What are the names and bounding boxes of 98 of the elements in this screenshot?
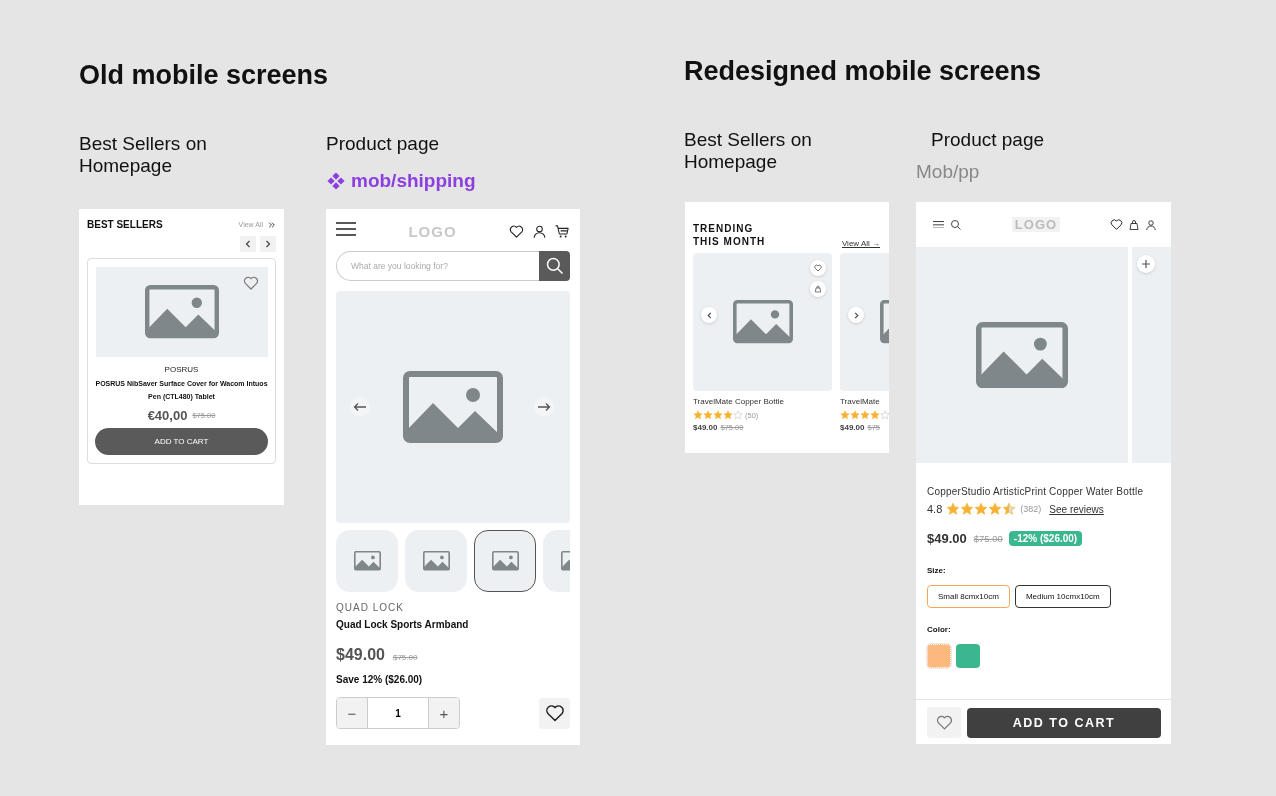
star-icon (840, 410, 850, 420)
image-placeholder-icon (732, 300, 793, 344)
previous-button[interactable] (240, 236, 256, 252)
heart-icon (544, 703, 565, 723)
star-icon (960, 502, 975, 516)
image-placeholder-icon (353, 551, 381, 571)
next-button[interactable] (848, 307, 864, 323)
menu-icon[interactable] (933, 220, 944, 229)
color-label: Color: (927, 625, 952, 634)
star-icon (703, 410, 713, 420)
previous-button[interactable] (350, 397, 370, 417)
color-swatch[interactable] (927, 644, 951, 668)
star-icon (988, 502, 1003, 516)
chevron-left-icon (243, 239, 253, 249)
product-name: Quad Lock Sports Armband (336, 619, 470, 630)
heart-icon (509, 223, 524, 239)
increase-button[interactable]: + (429, 698, 459, 728)
old-price: $75.00 (973, 533, 1003, 544)
discount-badge: -12% ($26.00) (1008, 531, 1083, 546)
quantity-stepper[interactable]: − 1 + (336, 697, 460, 729)
star-icon (850, 410, 860, 420)
double-chevron-icon (267, 220, 276, 229)
section-heading: BEST SELLERS (87, 219, 163, 230)
image-placeholder-icon (976, 321, 1068, 389)
section-title: Old mobile screens (79, 60, 329, 91)
star-icon (1002, 502, 1017, 516)
view-all-link[interactable]: View All → (841, 239, 880, 248)
component-name: mob/shipping (351, 170, 476, 192)
rating-value: 4.8 (927, 503, 943, 515)
previous-button[interactable] (701, 307, 717, 323)
frame-caption: Best Sellers on Homepage (684, 129, 813, 173)
thumbnail[interactable] (336, 530, 398, 592)
quantity-field[interactable]: 1 (367, 698, 429, 728)
image-placeholder-icon (144, 285, 219, 339)
arrow-left-icon (353, 402, 367, 412)
user-icon[interactable] (532, 223, 547, 239)
search-icon (950, 218, 962, 231)
frame-name: Mob/pp (916, 161, 980, 183)
bag-button[interactable] (810, 281, 826, 297)
add-to-cart-button[interactable]: ADD TO CART (967, 707, 1161, 738)
next-button[interactable] (260, 236, 276, 252)
star-icon (713, 410, 723, 420)
section-heading: TRENDING THIS MONTH (693, 222, 767, 248)
color-swatch[interactable] (956, 644, 980, 668)
section-title: Redesigned mobile screens (684, 56, 1042, 87)
size-option[interactable]: Medium 10cmx10cm (1014, 585, 1111, 608)
price: €40,00 (147, 408, 188, 423)
star-icon (880, 410, 889, 420)
product-name: TravelMate (840, 397, 881, 406)
star-icon (733, 410, 743, 420)
menu-icon[interactable] (336, 222, 356, 236)
star-icon (946, 502, 961, 516)
brand-name: QUAD LOCK (336, 602, 405, 613)
brand-name: POSRUS (164, 365, 199, 374)
thumbnail[interactable] (405, 530, 467, 592)
savings-text: Save 12% ($26.00) (336, 674, 424, 685)
component-icon (327, 172, 345, 190)
wishlist-button[interactable] (539, 697, 570, 729)
frame-caption: Best Sellers on Homepage (79, 133, 208, 177)
star-icon (693, 410, 703, 420)
zoom-button[interactable] (1137, 255, 1155, 273)
search-icon (544, 256, 565, 276)
price: $49.00 (840, 423, 865, 432)
heart-icon (935, 714, 953, 731)
frame-caption: Product page (326, 133, 440, 155)
heart-icon (814, 264, 822, 272)
search-input[interactable]: What are you looking for? (349, 260, 539, 272)
star-icon (860, 410, 870, 420)
arrow-right-icon (537, 402, 551, 412)
star-icon (974, 502, 989, 516)
price: $49.00 (336, 646, 385, 664)
size-label: Size: (927, 566, 947, 575)
heart-icon (1110, 218, 1123, 231)
plus-icon (1141, 259, 1151, 269)
review-count: (382) (1020, 504, 1042, 514)
chevron-left-icon (704, 310, 714, 320)
product-name: CopperStudio ArtisticPrint Copper Water Bottle (927, 485, 1145, 499)
frame-caption: Product page (931, 129, 1045, 151)
price: $49.00 (693, 423, 718, 432)
old-price: $75.00 (392, 653, 418, 662)
image-placeholder-icon (491, 551, 519, 571)
decrease-button[interactable]: − (337, 698, 367, 728)
product-name: TravelMate Copper Bottle (693, 397, 785, 406)
size-option[interactable]: Small 8cmx10cm (927, 585, 1010, 608)
star-icon (723, 410, 733, 420)
cart-icon[interactable] (555, 223, 570, 239)
search-button[interactable] (539, 251, 570, 281)
thumbnail[interactable] (474, 530, 536, 592)
next-button[interactable] (534, 397, 554, 417)
add-to-cart-button[interactable]: ADD TO CART (95, 428, 268, 455)
star-icon (870, 410, 880, 420)
see-reviews-link[interactable]: See reviews (1049, 503, 1104, 515)
chevron-right-icon (263, 239, 273, 249)
price: $49.00 (927, 531, 967, 546)
heart-icon (242, 275, 259, 291)
image-placeholder-icon (403, 371, 503, 443)
bag-icon[interactable] (1128, 218, 1140, 231)
image-placeholder-icon (422, 551, 450, 571)
